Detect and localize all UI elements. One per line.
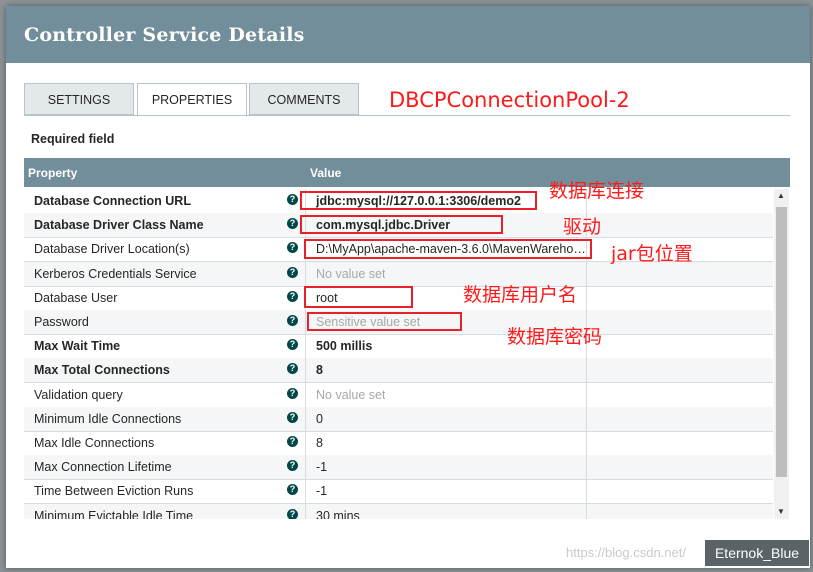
scroll-up-icon[interactable]: ▲: [777, 191, 785, 200]
table-row[interactable]: Max Idle Connections? 8: [24, 431, 773, 456]
property-name: Database Driver Location(s): [34, 242, 190, 257]
tab-settings[interactable]: SETTINGS: [24, 83, 134, 115]
help-icon[interactable]: ?: [287, 484, 298, 496]
help-icon[interactable]: ?: [287, 266, 298, 278]
property-name: Max Wait Time: [34, 339, 121, 354]
table-row[interactable]: Max Connection Lifetime? -1: [24, 455, 773, 481]
column-divider: [305, 334, 306, 359]
dialog-title: Controller Service Details: [24, 24, 305, 46]
annotation-box-password: [307, 312, 462, 331]
property-name: Max Connection Lifetime: [34, 460, 172, 475]
property-name: Database Driver Class Name: [34, 218, 204, 233]
help-icon[interactable]: ?: [287, 339, 298, 351]
property-name: Password: [34, 315, 89, 329]
column-divider: [305, 503, 306, 519]
scroll-thumb[interactable]: [776, 207, 787, 477]
property-name: Kerberos Credentials Service: [34, 266, 197, 281]
help-icon[interactable]: ?: [287, 411, 298, 423]
column-divider: [586, 503, 587, 519]
tab-properties[interactable]: PROPERTIES: [137, 83, 247, 117]
help-icon[interactable]: ?: [287, 436, 298, 447]
help-icon[interactable]: ?: [287, 363, 298, 375]
property-value[interactable]: 8: [316, 436, 323, 450]
help-icon[interactable]: ?: [287, 315, 298, 326]
help-icon[interactable]: ?: [287, 460, 298, 472]
property-value[interactable]: 0: [316, 412, 323, 426]
table-row[interactable]: Max Total Connections? 8: [24, 358, 773, 384]
property-name: Minimum Evictable Idle Time: [34, 508, 194, 519]
watermark-badge: Eternok_Blue: [705, 540, 809, 566]
property-name: Validation query: [34, 387, 123, 402]
annotation-title: DBCPConnectionPool-2: [389, 88, 630, 112]
property-column-header: Property: [28, 166, 78, 180]
column-divider: [586, 382, 587, 407]
column-divider: [586, 406, 587, 431]
property-name: Max Total Connections: [34, 363, 170, 378]
column-divider: [305, 310, 306, 334]
property-name: Minimum Idle Connections: [34, 411, 182, 426]
property-value[interactable]: No value set: [316, 388, 385, 402]
column-divider: [305, 261, 306, 286]
property-value[interactable]: 500 millis: [316, 339, 372, 353]
property-value[interactable]: 30 mins: [316, 509, 360, 519]
watermark-url: https://blog.csdn.net/: [566, 545, 686, 560]
table-row[interactable]: Minimum Evictable Idle Time? 30 mins: [24, 503, 773, 519]
property-value[interactable]: 8: [316, 363, 323, 377]
tab-divider: [24, 115, 790, 116]
annotation-box-user: [304, 286, 413, 308]
column-divider: [305, 406, 306, 431]
annotation-box-driver: [300, 215, 503, 234]
required-field-label: Required field: [31, 132, 115, 146]
help-icon[interactable]: ?: [287, 387, 298, 399]
property-value[interactable]: -1: [316, 460, 327, 474]
controller-service-dialog: Controller Service Details SETTINGS PROP…: [6, 6, 810, 568]
table-row[interactable]: Minimum Idle Connections? 0: [24, 406, 773, 432]
table-row[interactable]: Validation query? No value set: [24, 382, 773, 408]
help-icon[interactable]: ?: [287, 290, 298, 302]
table-scrollbar[interactable]: ▲ ▼: [774, 189, 789, 519]
column-divider: [586, 455, 587, 480]
help-icon[interactable]: ?: [287, 218, 298, 230]
help-icon[interactable]: ?: [287, 242, 298, 254]
column-divider: [305, 358, 306, 383]
property-name: Time Between Eviction Runs: [34, 484, 194, 499]
annotation-box-jar: [304, 239, 592, 259]
annotation-box-url: [300, 191, 537, 210]
column-divider: [305, 382, 306, 407]
column-divider: [586, 479, 587, 504]
annotation-driver: 驱动: [563, 216, 602, 238]
property-value[interactable]: -1: [316, 484, 327, 498]
column-divider: [305, 455, 306, 480]
annotation-user: 数据库用户名: [463, 284, 578, 306]
column-divider: [305, 431, 306, 455]
value-column-header: Value: [310, 166, 342, 180]
column-divider: [586, 261, 587, 286]
property-name: Database User: [34, 290, 118, 305]
column-divider: [305, 479, 306, 504]
property-name: Max Idle Connections: [34, 436, 155, 450]
column-divider: [586, 431, 587, 455]
property-value[interactable]: No value set: [316, 267, 385, 281]
scroll-down-icon[interactable]: ▼: [777, 507, 785, 516]
column-divider: [586, 285, 587, 310]
table-row[interactable]: Time Between Eviction Runs? -1: [24, 479, 773, 505]
annotation-jar: jar包位置: [611, 243, 693, 265]
tab-comments[interactable]: COMMENTS: [249, 83, 359, 115]
help-icon[interactable]: ?: [287, 194, 298, 205]
annotation-password: 数据库密码: [507, 326, 603, 348]
property-name: Database Connection URL: [34, 194, 191, 208]
dialog-header: Controller Service Details: [6, 6, 810, 63]
properties-table-header: Property Value: [24, 158, 790, 187]
table-row[interactable]: Max Wait Time? 500 millis: [24, 334, 773, 360]
column-divider: [586, 358, 587, 383]
help-icon[interactable]: ?: [287, 508, 298, 519]
annotation-url: 数据库连接: [549, 180, 645, 202]
